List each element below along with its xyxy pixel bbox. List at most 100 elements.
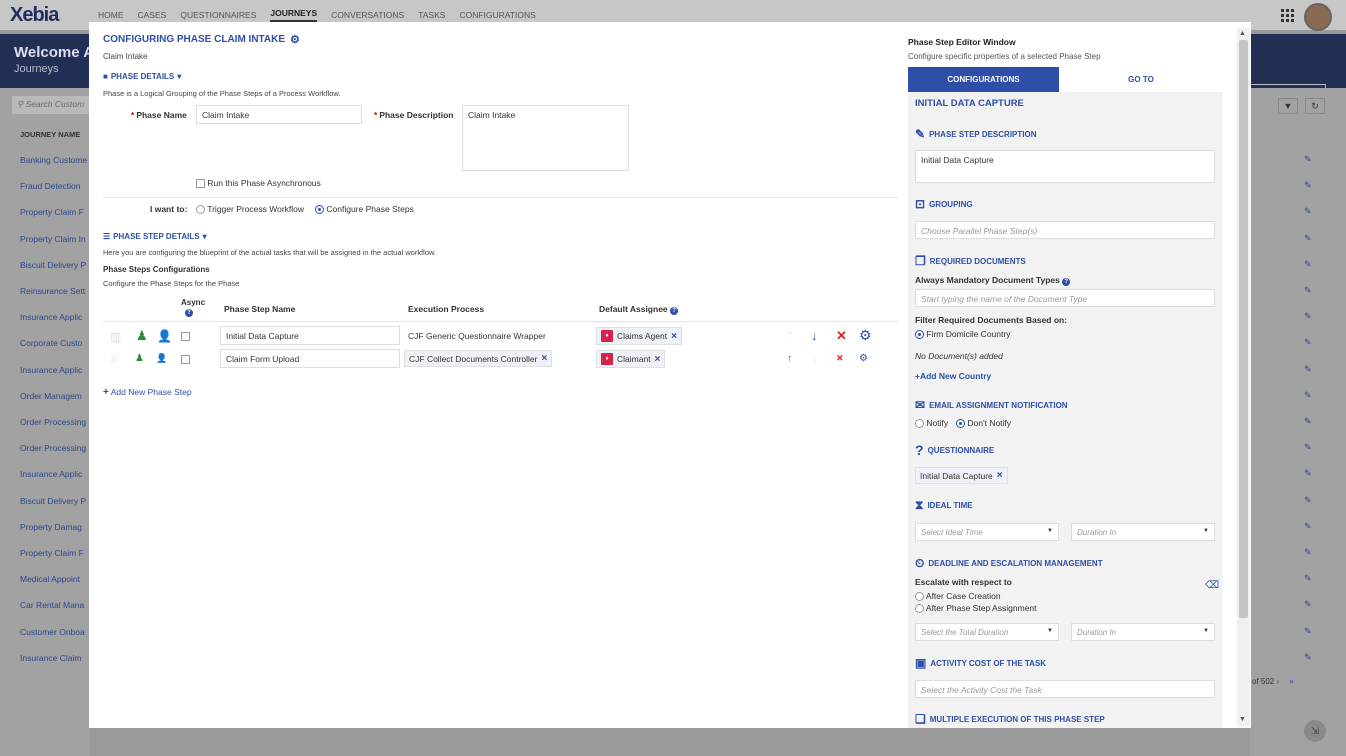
journey-row[interactable]: Order Processing [20, 417, 90, 427]
edit-icon[interactable]: ✎ [1304, 521, 1312, 532]
edit-icon[interactable]: ✎ [1304, 154, 1312, 165]
remove-icon[interactable]: × [671, 331, 677, 342]
step-name-input[interactable]: Initial Data Capture [220, 326, 400, 345]
edit-icon[interactable]: ✎ [1304, 442, 1312, 453]
execution-process-tag[interactable]: CJF Collect Documents Controller × [404, 350, 553, 367]
total-duration-select[interactable]: Select the Total Duration [915, 623, 1059, 641]
questionnaire-tag[interactable]: Initial Data Capture × [915, 467, 1008, 484]
after-case-radio[interactable]: After Case Creation [915, 591, 1001, 602]
journey-row[interactable]: Insurance Applic [20, 365, 90, 375]
async-checkbox[interactable] [196, 179, 205, 189]
journey-row[interactable]: Property Claim F [20, 548, 90, 558]
edit-icon[interactable]: ✎ [1304, 652, 1312, 663]
edit-icon[interactable]: ✎ [1304, 390, 1312, 401]
phase-name-input[interactable]: Claim Intake [196, 105, 362, 124]
edit-icon[interactable]: ✎ [1304, 416, 1312, 427]
edit-icon[interactable]: ✎ [1304, 285, 1312, 296]
nav-cases[interactable]: CASES [138, 10, 167, 20]
journey-row[interactable]: Banking Custome [20, 155, 90, 165]
nav-questionnaires[interactable]: QUESTIONNAIRES [180, 10, 256, 20]
phase-description-textarea[interactable]: Claim Intake [462, 105, 629, 171]
execution-process-text[interactable]: CJF Generic Questionnaire Wrapper [408, 331, 546, 341]
edit-icon[interactable]: ✎ [1304, 233, 1312, 244]
scroll-down-icon[interactable]: ▼ [1239, 716, 1246, 723]
async-checkbox[interactable] [181, 354, 190, 365]
edit-icon[interactable]: ✎ [1304, 337, 1312, 348]
step-name-input[interactable]: Claim Form Upload [220, 349, 400, 368]
journey-row[interactable]: Insurance Claim [20, 653, 90, 663]
document-type-input[interactable]: Start typing the name of the Document Ty… [915, 289, 1215, 307]
scroll-up-icon[interactable]: ▲ [1239, 30, 1246, 37]
journey-row[interactable]: Biscuit Delivery P [20, 260, 90, 270]
journey-row[interactable]: Order Processing [20, 443, 90, 453]
nav-tasks[interactable]: TASKS [418, 10, 445, 20]
assignee-tag[interactable]: ♦ Claims Agent × [596, 327, 682, 345]
corner-action-icon[interactable]: ⇲ [1304, 720, 1326, 742]
move-up-icon[interactable]: ↑ [787, 354, 792, 364]
tab-configurations[interactable]: CONFIGURATIONS [908, 67, 1059, 92]
grouping-input[interactable]: Choose Parallel Phase Step(s) [915, 221, 1215, 239]
phase-details-header[interactable]: ■ PHASE DETAILS ▾ [103, 72, 181, 81]
tab-go-to[interactable]: GO TO [1059, 67, 1223, 92]
add-country-link[interactable]: +Add New Country [915, 371, 991, 381]
add-phase-step-link[interactable]: + Add New Phase Step [103, 387, 192, 398]
edit-icon[interactable]: ✎ [1304, 364, 1312, 375]
delete-icon[interactable]: ✕ [836, 329, 847, 342]
edit-icon[interactable]: ✎ [1304, 495, 1312, 506]
edit-icon[interactable]: ✎ [1304, 547, 1312, 558]
notify-radio[interactable]: Notify [915, 418, 948, 429]
edit-icon[interactable]: ✎ [1304, 259, 1312, 270]
assignee-tag[interactable]: ♦ Claimant × [596, 350, 666, 368]
filter-icon[interactable]: ▼ [1278, 98, 1298, 114]
trigger-workflow-radio[interactable]: Trigger Process Workflow [196, 204, 304, 215]
journey-row[interactable]: Property Damag [20, 522, 90, 532]
firm-country-radio[interactable]: Firm Domicile Country [915, 329, 1010, 340]
journey-row[interactable]: Reinsurance Sett [20, 286, 90, 296]
move-up-icon[interactable]: ↑ [788, 330, 793, 340]
journey-row[interactable]: Customer Onboa [20, 627, 90, 637]
journey-row[interactable]: Medical Appoint [20, 574, 90, 584]
remove-icon[interactable]: × [655, 354, 661, 365]
nav-journeys[interactable]: JOURNEYS [270, 8, 318, 22]
journey-row[interactable]: Property Claim In [20, 234, 90, 244]
move-down-icon[interactable]: ↓ [811, 329, 818, 342]
journey-row[interactable]: Property Claim F [20, 207, 90, 217]
journey-row[interactable]: Car Rental Mana [20, 600, 90, 610]
journey-row[interactable]: Corporate Custo [20, 338, 90, 348]
add-user-icon[interactable]: 👤 [156, 354, 167, 363]
phase-step-details-header[interactable]: ☰ PHASE STEP DETAILS ▾ [103, 232, 207, 241]
settings-gear-icon[interactable]: ⚙ [859, 354, 868, 364]
drag-handle-icon[interactable]: ▥ [110, 354, 119, 364]
scrollbar-thumb[interactable] [1239, 40, 1248, 618]
move-down-icon[interactable]: ↓ [812, 354, 817, 364]
drag-handle-icon[interactable]: ▥ [110, 331, 121, 343]
avatar[interactable] [1304, 3, 1332, 31]
eraser-icon[interactable]: ⌫ [1205, 581, 1219, 591]
edit-icon[interactable]: ✎ [1304, 468, 1312, 479]
settings-gear-icon[interactable]: ⚙ [859, 328, 872, 342]
add-user-icon[interactable]: 👤 [157, 330, 172, 342]
edit-icon[interactable]: ✎ [1304, 626, 1312, 637]
edit-icon[interactable]: ✎ [1304, 599, 1312, 610]
journey-row[interactable]: Biscuit Delivery P [20, 496, 90, 506]
edit-icon[interactable]: ✎ [1304, 180, 1312, 191]
async-checkbox-row[interactable]: Run this Phase Asynchronous [196, 178, 321, 189]
configure-steps-radio[interactable]: Configure Phase Steps [315, 204, 414, 215]
activity-cost-input[interactable]: Select the Activity Cost the Task [915, 680, 1215, 698]
remove-icon[interactable]: × [541, 353, 547, 364]
journey-row[interactable]: Insurance Applic [20, 312, 90, 322]
remove-icon[interactable]: × [997, 470, 1003, 481]
deadline-duration-select[interactable]: Duration In [1071, 623, 1215, 641]
delete-icon[interactable]: ✕ [836, 354, 844, 363]
journey-row[interactable]: Order Managem [20, 391, 90, 401]
journey-row[interactable]: Fraud Detection [20, 181, 90, 191]
nav-configurations[interactable]: CONFIGURATIONS [459, 10, 535, 20]
nav-conversations[interactable]: CONVERSATIONS [331, 10, 404, 20]
edit-icon[interactable]: ✎ [1304, 573, 1312, 584]
dont-notify-radio[interactable]: Don't Notify [956, 418, 1011, 429]
async-checkbox[interactable] [181, 331, 190, 342]
edit-icon[interactable]: ✎ [1304, 311, 1312, 322]
edit-icon[interactable]: ✎ [1304, 206, 1312, 217]
journey-row[interactable]: Insurance Applic [20, 469, 90, 479]
ideal-duration-select[interactable]: Duration In [1071, 523, 1215, 541]
